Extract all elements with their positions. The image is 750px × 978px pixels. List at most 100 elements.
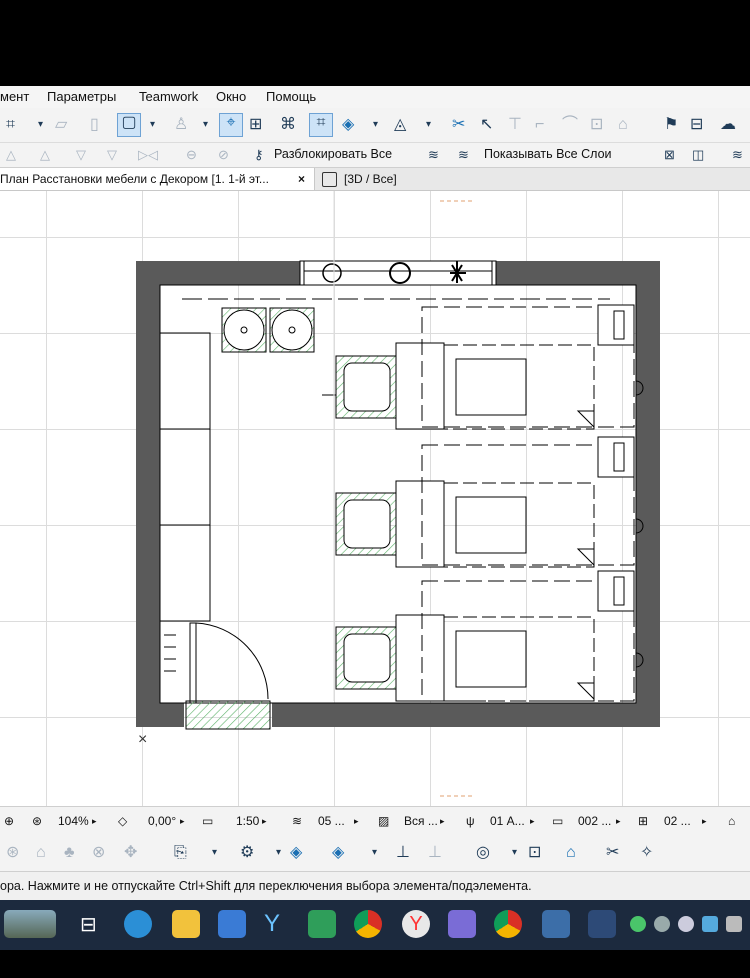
layer-combo-icon[interactable]: ◫: [692, 146, 704, 164]
menu-item-element[interactable]: мент: [0, 89, 29, 104]
menu-item-help[interactable]: Помощь: [266, 89, 316, 104]
camera-icon[interactable]: ◎: [476, 844, 490, 862]
edge-icon[interactable]: [124, 910, 152, 938]
rotate-icon[interactable]: ⊛: [6, 844, 19, 862]
tree-icon[interactable]: ♣: [64, 844, 75, 862]
menu-item-teamwork[interactable]: Teamwork: [139, 89, 198, 104]
magic-wand-icon[interactable]: ⌗: [309, 113, 333, 137]
cut-icon[interactable]: ✂: [606, 844, 619, 862]
orbit-icon[interactable]: ⊗: [92, 844, 105, 862]
layers-icon[interactable]: ≋: [428, 146, 439, 164]
dropdown-arrow-icon[interactable]: ▾: [276, 844, 281, 862]
explode-icon[interactable]: ⊡: [590, 116, 603, 134]
dropdown-arrow-icon[interactable]: ▸: [530, 816, 535, 827]
tray-icon[interactable]: [702, 916, 718, 932]
slab-icon[interactable]: ▱: [55, 116, 67, 134]
dropdown-arrow-icon[interactable]: ▾: [203, 116, 208, 134]
selection-box-icon[interactable]: ▢: [117, 113, 141, 137]
unlock-icon[interactable]: ⊘: [218, 146, 229, 164]
pen-set-value[interactable]: 01 А...: [490, 814, 525, 828]
dropdown-arrow-icon[interactable]: ▾: [212, 844, 217, 862]
properties-icon[interactable]: ⊟: [690, 116, 703, 134]
cloud-icon[interactable]: ☁: [720, 116, 736, 134]
dropdown-arrow-icon[interactable]: ▸: [616, 816, 621, 827]
stair-icon[interactable]: ⊥: [396, 844, 410, 862]
lock-icon[interactable]: ⊖: [186, 146, 197, 164]
tab-floor-plan[interactable]: План Расстановки мебели с Декором [1. 1-…: [0, 168, 315, 190]
dropdown-arrow-icon[interactable]: ▸: [354, 816, 359, 827]
zoom-in-icon[interactable]: ⊕: [4, 814, 14, 828]
arrange-front-icon[interactable]: ▽: [107, 146, 117, 164]
file-explorer-icon[interactable]: [172, 910, 200, 938]
wall-icon[interactable]: ▯: [90, 116, 99, 134]
flag-icon[interactable]: ⚑: [664, 116, 678, 134]
arrange-up-icon[interactable]: △: [40, 146, 50, 164]
arrange-bottom-icon[interactable]: △: [6, 146, 16, 164]
fill-icon[interactable]: ◈: [342, 116, 354, 134]
shape-icon[interactable]: ◬: [394, 116, 406, 134]
dropdown-arrow-icon[interactable]: ▸: [262, 816, 267, 827]
dropdown-arrow-icon[interactable]: ▾: [426, 116, 431, 134]
structure-icon[interactable]: ⌂: [728, 814, 735, 828]
tab-3d[interactable]: [3D / Все]: [322, 168, 432, 190]
dropdown-arrow-icon[interactable]: ▸: [92, 816, 97, 827]
railing-icon[interactable]: ⊥: [428, 844, 442, 862]
angle-value[interactable]: 0,00°: [148, 814, 176, 828]
show-all-layers-button[interactable]: Показывать Все Слои: [484, 147, 612, 161]
layer-extra-icon[interactable]: ≋: [732, 146, 743, 164]
show-layers-icon[interactable]: ≋: [458, 146, 469, 164]
app-icon[interactable]: [588, 910, 616, 938]
grid-snap-icon[interactable]: ⌗: [6, 116, 15, 134]
desktop-thumbnail-icon[interactable]: [4, 910, 56, 938]
paint-icon[interactable]: [448, 910, 476, 938]
model-view-value[interactable]: Вся ...: [404, 814, 438, 828]
chrome-icon[interactable]: [354, 910, 382, 938]
split-icon[interactable]: ✂: [452, 116, 465, 134]
tray-icon[interactable]: [726, 916, 742, 932]
task-view-icon[interactable]: ⊟: [80, 912, 97, 937]
dropdown-arrow-icon[interactable]: ▾: [512, 844, 517, 862]
tab-close-icon[interactable]: ×: [298, 168, 305, 190]
excel-icon[interactable]: [308, 910, 336, 938]
menu-item-parameters[interactable]: Параметры: [47, 89, 116, 104]
floor-plan-canvas[interactable]: ×: [0, 191, 750, 806]
magic-icon[interactable]: ✧: [640, 844, 653, 862]
offset-icon[interactable]: ⊤: [508, 116, 522, 134]
dropdown-arrow-icon[interactable]: ▾: [373, 116, 378, 134]
zoom-fit-icon[interactable]: ⊛: [32, 814, 42, 828]
app-y-icon[interactable]: Y: [264, 910, 292, 938]
person-icon[interactable]: ♙: [174, 116, 188, 134]
ruler-icon[interactable]: ⊞: [249, 116, 262, 134]
curve-icon[interactable]: ⌒: [562, 116, 578, 134]
dropdown-arrow-icon[interactable]: ▾: [38, 116, 43, 134]
tray-icon[interactable]: [654, 916, 670, 932]
home-icon[interactable]: ⌂: [36, 844, 46, 862]
unlock-all-icon[interactable]: ⚷: [254, 146, 264, 164]
pan-icon[interactable]: ✥: [124, 844, 137, 862]
layer-combo-value[interactable]: 05 ...: [318, 814, 345, 828]
copy-icon[interactable]: ⎘: [174, 844, 187, 862]
dropdown-arrow-icon[interactable]: ▸: [180, 816, 185, 827]
zoom-value[interactable]: 104%: [58, 814, 89, 828]
building-icon[interactable]: ⌂: [566, 844, 576, 862]
arrange-down-icon[interactable]: ▽: [76, 146, 86, 164]
menu-item-window[interactable]: Окно: [216, 89, 246, 104]
unlock-all-button[interactable]: Разблокировать Все: [274, 147, 392, 161]
scale-value[interactable]: 1:50: [236, 814, 259, 828]
yandex-icon[interactable]: Y: [402, 910, 430, 938]
adjust-icon[interactable]: ↖: [480, 116, 493, 134]
section-icon[interactable]: ⊡: [528, 844, 541, 862]
dropdown-arrow-icon[interactable]: ▾: [150, 116, 155, 134]
gear-icon[interactable]: ⚙: [240, 844, 254, 862]
tray-icon[interactable]: [630, 916, 646, 932]
fill-icon[interactable]: ◈: [332, 844, 344, 862]
trim-icon[interactable]: ⌘: [280, 116, 296, 134]
dropdown-arrow-icon[interactable]: ▾: [372, 844, 377, 862]
dropdown-arrow-icon[interactable]: ▸: [702, 816, 707, 827]
fillet-icon[interactable]: ⌐: [535, 116, 544, 134]
tray-icon[interactable]: [678, 916, 694, 932]
dimension-value[interactable]: 002 ...: [578, 814, 611, 828]
chrome-icon[interactable]: [494, 910, 522, 938]
mirror-icon[interactable]: ▷◁: [138, 146, 158, 164]
store-icon[interactable]: [218, 910, 246, 938]
